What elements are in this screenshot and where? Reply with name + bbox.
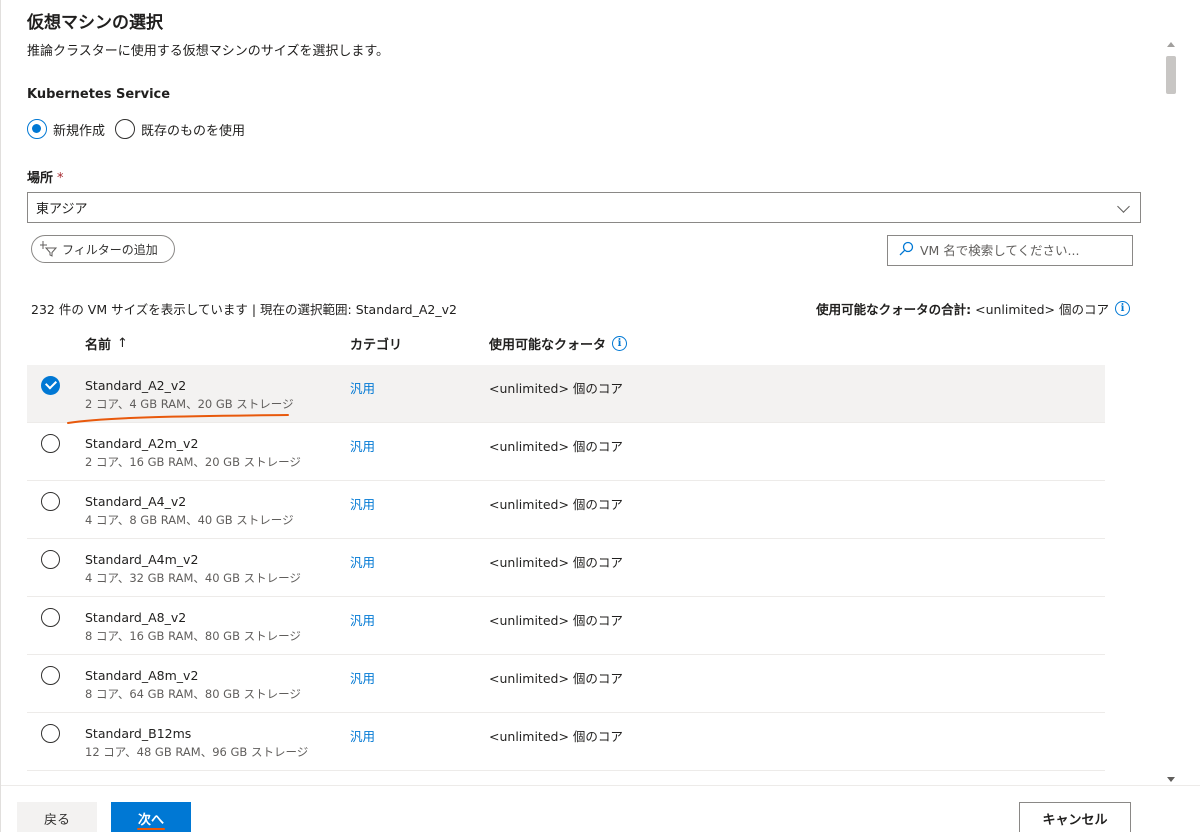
vm-category: 汎用 [350,555,376,570]
vm-spec: 8 コア、64 GB RAM、80 GB ストレージ [85,687,301,701]
next-button[interactable]: 次へ [111,802,191,832]
table-row[interactable]: Standard_A8m_v2 8 コア、64 GB RAM、80 GB ストレ… [27,655,1105,713]
row-select-radio[interactable] [41,608,60,627]
vm-name: Standard_A2m_v2 [85,436,199,451]
required-mark: * [57,171,64,186]
search-icon [898,241,914,261]
vm-selection-panel: 仮想マシンの選択 推論クラスターに使用する仮想マシンのサイズを選択します。 Ku… [0,0,1200,832]
table-header: 名前 ↑ カテゴリ 使用可能なクォータ i [27,328,1105,360]
radio-use-existing-label: 既存のものを使用 [141,123,246,139]
scroll-up-icon[interactable] [1167,42,1175,47]
chevron-down-icon [1117,200,1130,213]
radio-create-new-indicator[interactable] [27,119,47,139]
vm-spec: 4 コア、8 GB RAM、40 GB ストレージ [85,513,294,527]
vm-spec: 8 コア、16 GB RAM、80 GB ストレージ [85,629,301,643]
vm-name: Standard_A2_v2 [85,378,187,393]
column-header-category[interactable]: カテゴリ [350,334,402,353]
table-row[interactable]: Standard_B12ms 12 コア、48 GB RAM、96 GB ストレ… [27,713,1105,771]
row-select-checked[interactable] [41,376,60,395]
row-select-radio[interactable] [41,492,60,511]
table-row[interactable]: Standard_A4m_v2 4 コア、32 GB RAM、40 GB ストレ… [27,539,1105,597]
page-subtitle: 推論クラスターに使用する仮想マシンのサイズを選択します。 [27,44,390,59]
vertical-scrollbar[interactable] [1163,40,1179,784]
vm-name: Standard_B12ms [85,726,192,741]
back-button[interactable]: 戻る [17,802,97,832]
radio-use-existing[interactable]: 既存のものを使用 [115,119,245,139]
row-select-radio[interactable] [41,550,60,569]
vm-spec: 2 コア、4 GB RAM、20 GB ストレージ [85,397,294,411]
add-filter-label: フィルターの追加 [62,242,158,257]
vm-quota: <unlimited> 個のコア [489,613,623,628]
info-icon[interactable]: i [1115,301,1130,316]
kubernetes-service-label: Kubernetes Service [27,87,171,102]
cancel-button[interactable]: キャンセル [1019,802,1131,832]
radio-create-new[interactable]: 新規作成 [27,119,105,139]
annotation-underline [137,828,165,830]
location-dropdown[interactable]: 東アジア [27,192,1141,223]
add-filter-button[interactable]: フィルターの追加 [31,235,175,263]
vm-quota: <unlimited> 個のコア [489,439,623,454]
search-input[interactable] [920,243,1120,258]
row-select-radio[interactable] [41,724,60,743]
row-select-radio[interactable] [41,666,60,685]
vm-category: 汎用 [350,439,376,454]
vm-quota: <unlimited> 個のコア [489,729,623,744]
column-quota-label: 使用可能なクォータ [489,338,607,353]
vm-name: Standard_A4m_v2 [85,552,199,567]
table-row[interactable] [27,771,1105,777]
vm-spec: 4 コア、32 GB RAM、40 GB ストレージ [85,571,301,585]
vm-name: Standard_A4_v2 [85,494,187,509]
table-row[interactable]: Standard_A4_v2 4 コア、8 GB RAM、40 GB ストレージ… [27,481,1105,539]
radio-use-existing-indicator[interactable] [115,119,136,139]
total-quota-value: <unlimited> 個のコア [975,302,1109,317]
next-button-label: 次へ [137,812,164,828]
vm-name: Standard_A8m_v2 [85,668,199,683]
page-title: 仮想マシンの選択 [27,13,163,33]
vm-search-box[interactable] [887,235,1133,266]
vm-quota: <unlimited> 個のコア [489,381,623,396]
vm-category: 汎用 [350,381,376,396]
scrollbar-thumb[interactable] [1166,56,1176,94]
vm-spec: 12 コア、48 GB RAM、96 GB ストレージ [85,745,309,759]
radio-create-new-label: 新規作成 [53,123,106,139]
vm-category: 汎用 [350,729,376,744]
sort-ascending-icon: ↑ [117,336,128,351]
vm-spec: 2 コア、16 GB RAM、20 GB ストレージ [85,455,301,469]
vm-category: 汎用 [350,671,376,686]
location-value: 東アジア [36,202,88,217]
total-quota: 使用可能なクォータの合計: <unlimited> 個のコア i [816,299,1130,318]
vm-category: 汎用 [350,613,376,628]
info-icon[interactable]: i [612,336,628,351]
column-name-label: 名前 [85,338,112,353]
column-header-name[interactable]: 名前 ↑ [85,334,128,353]
total-quota-label: 使用可能なクォータの合計: [816,302,972,317]
table-row[interactable]: Standard_A8_v2 8 コア、16 GB RAM、80 GB ストレー… [27,597,1105,655]
row-select-radio[interactable] [41,434,60,453]
column-category-label: カテゴリ [350,338,403,353]
vm-category: 汎用 [350,497,376,512]
annotation-underline [67,414,289,424]
column-header-quota[interactable]: 使用可能なクォータ i [489,334,628,353]
scroll-down-icon[interactable] [1167,777,1175,782]
vm-quota: <unlimited> 個のコア [489,671,623,686]
footer-bar: 戻る 次へ キャンセル [1,785,1200,832]
result-summary: 232 件の VM サイズを表示しています | 現在の選択範囲: Standar… [31,302,457,317]
vm-quota: <unlimited> 個のコア [489,497,623,512]
location-label: 場所 * [27,167,64,186]
table-row[interactable]: Standard_A2m_v2 2 コア、16 GB RAM、20 GB ストレ… [27,423,1105,481]
kubernetes-radio-group: 新規作成 既存のものを使用 [27,119,245,139]
add-filter-icon [39,240,58,258]
vm-name: Standard_A8_v2 [85,610,187,625]
location-label-text: 場所 [27,171,54,186]
vm-quota: <unlimited> 個のコア [489,555,623,570]
